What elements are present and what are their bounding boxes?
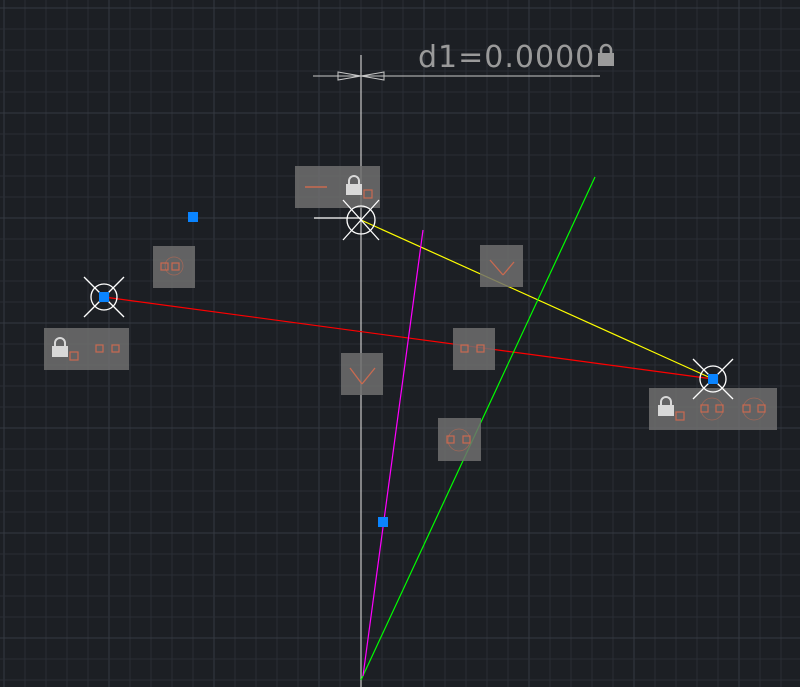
constraint-badge-right[interactable] bbox=[649, 388, 777, 430]
grip-right-endpoint[interactable] bbox=[708, 374, 718, 384]
constraint-badge-top[interactable] bbox=[295, 166, 380, 208]
constraint-badge-lower[interactable] bbox=[438, 418, 481, 461]
grip-left-endpoint[interactable] bbox=[99, 292, 109, 302]
constraint-badge-left-upper[interactable] bbox=[153, 246, 195, 288]
drawing-canvas[interactable]: d1=0.0000 bbox=[0, 0, 800, 687]
constraint-badge-middle[interactable] bbox=[341, 353, 383, 395]
dimension-label[interactable]: d1=0.0000 bbox=[418, 40, 595, 75]
constraint-badge-center[interactable] bbox=[453, 328, 495, 370]
grip-magenta-midpoint[interactable] bbox=[378, 517, 388, 527]
constraint-badge-upper-right[interactable] bbox=[480, 245, 523, 287]
constraint-badge-left[interactable] bbox=[44, 328, 129, 370]
grip-upper-left[interactable] bbox=[188, 212, 198, 222]
